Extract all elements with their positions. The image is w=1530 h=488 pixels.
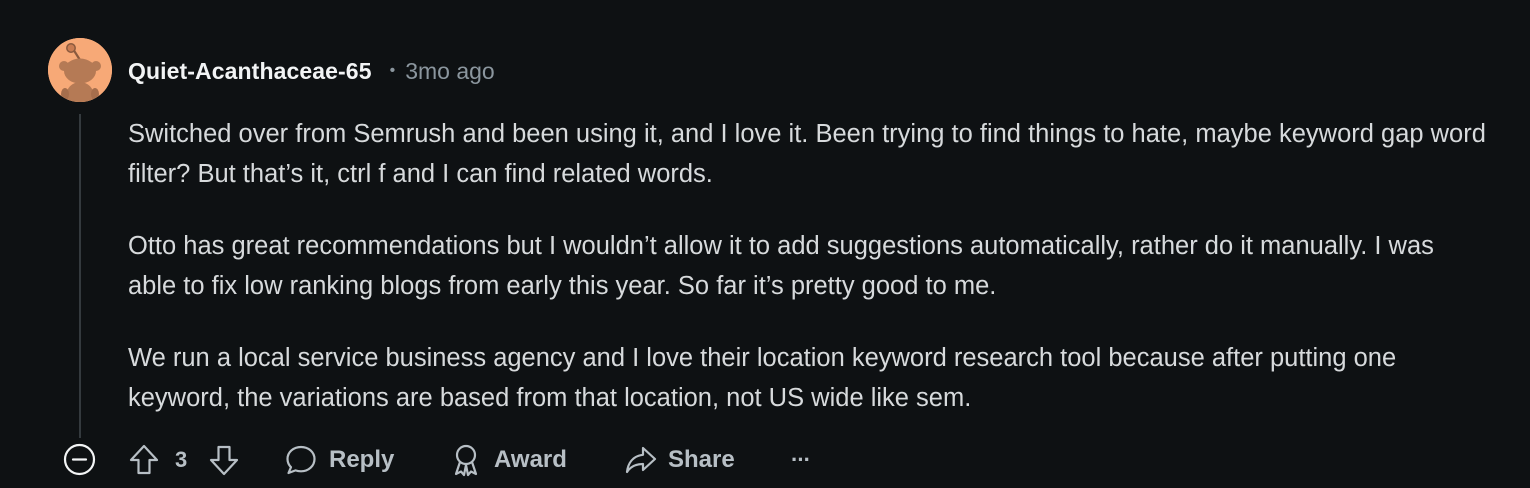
comment-header: Quiet-Acanthaceae-65 • 3mo ago [128,56,495,86]
ellipsis-icon: ··· [791,447,811,472]
comment-body: Switched over from Semrush and been usin… [128,114,1488,450]
arrow-up-icon [129,444,159,475]
comment-action-bar: 3 Reply Award Share ··· [0,438,1530,482]
comment-paragraph: Otto has great recommendations but I wou… [128,232,1434,300]
comment-paragraph: We run a local service business agency a… [128,344,1397,412]
timestamp[interactable]: 3mo ago [405,58,495,85]
share-label: Share [668,446,735,473]
comment: Quiet-Acanthaceae-65 • 3mo ago Switched … [0,0,1530,488]
thread-line[interactable] [79,114,81,438]
minus-circle-icon [63,443,96,476]
username-link[interactable]: Quiet-Acanthaceae-65 [128,58,372,85]
arrow-down-icon [209,445,239,476]
award-label: Award [494,446,567,473]
comment-paragraph: Switched over from Semrush and been usin… [128,120,1486,188]
avatar[interactable] [48,38,112,102]
more-options-button[interactable]: ··· [791,438,811,482]
share-button[interactable]: Share [624,438,735,482]
award-button[interactable]: Award [450,438,567,482]
upvote-button[interactable] [126,438,162,482]
reply-button[interactable]: Reply [284,438,394,482]
collapse-button[interactable] [63,443,96,476]
vote-count: 3 [175,447,188,472]
speech-bubble-icon [284,443,318,477]
award-ribbon-icon [450,443,482,477]
reply-label: Reply [329,446,395,473]
share-arrow-icon [624,443,658,477]
downvote-button[interactable] [206,438,242,482]
snoo-avatar-icon [48,38,112,102]
meta-separator: • [389,62,396,79]
